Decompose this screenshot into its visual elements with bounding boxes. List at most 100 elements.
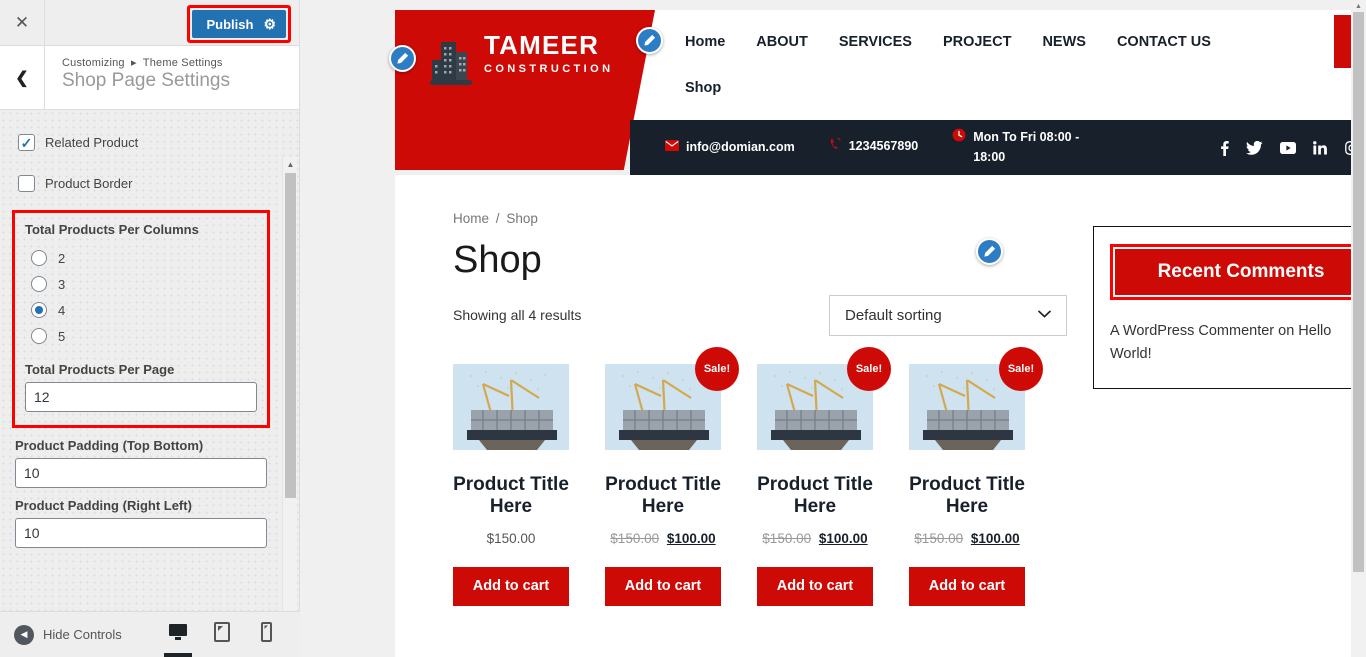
sidebar-scrollbar[interactable]: ▲ ▼ [282,157,297,657]
tablet-icon [214,622,230,647]
device-tablet-button[interactable] [202,612,242,657]
social-links [1220,140,1366,156]
nav-item-contact-us[interactable]: CONTACT US [1117,34,1211,50]
site-header: TAMEER CONSTRUCTION Home ABOUT SERVICES … [395,0,1366,175]
facebook-icon[interactable] [1220,140,1229,156]
product-card: Sale! Product Title Here $150.00 $100.00… [909,346,1043,606]
youtube-icon[interactable] [1280,141,1296,154]
scroll-up-arrow-icon[interactable]: ▲ [283,157,298,172]
hide-controls-button[interactable]: ◀ Hide Controls [14,624,122,645]
edit-logo-pencil-icon[interactable] [389,45,416,72]
product-title[interactable]: Product Title Here [605,474,721,519]
info-email[interactable]: info@domian.com [665,138,795,157]
publish-button[interactable]: Publish ⚙ [192,10,286,38]
product-image-wrap[interactable]: Sale! [605,346,739,450]
breadcrumb-home-link[interactable]: Home [453,211,489,226]
checkbox-icon-checked[interactable] [18,134,35,151]
add-to-cart-button[interactable]: Add to cart [453,566,569,606]
close-customizer-button[interactable]: ✕ [0,0,45,45]
nav-item-home[interactable]: Home [685,34,725,50]
per-page-input[interactable] [25,382,257,412]
nav-item-project[interactable]: PROJECT [943,34,1012,50]
checkbox-label-product-border: Product Border [45,176,133,191]
info-phone[interactable]: 1234567890 [829,137,918,157]
shop-toolbar: Showing all 4 results Default sorting [453,294,1067,336]
product-image-wrap[interactable]: Sale! [757,346,891,450]
shop-breadcrumb: Home / Shop [453,211,1053,226]
linkedin-icon[interactable] [1313,140,1328,155]
product-price-old: $150.00 [762,530,812,546]
gear-icon[interactable]: ⚙ [263,16,286,33]
add-to-cart-button[interactable]: Add to cart [605,566,721,606]
device-mobile-button[interactable] [246,612,286,657]
product-price-regular: $150.00 [486,530,536,546]
customizer-app: ✕ Publish ⚙ ❮ Customizing ▸ Theme Settin… [0,0,1366,657]
per-page-label: Total Products Per Page [25,362,175,377]
radio-icon-4-selected[interactable] [31,302,47,318]
radio-icon-5[interactable] [31,328,47,344]
building-icon [429,36,475,88]
breadcrumb-separator-icon: ▸ [131,57,137,69]
panel-title: Shop Page Settings [62,70,230,91]
header-info-bar: info@domian.com 1234567890 Mon To Fri 08… [630,120,1366,175]
result-count: Showing all 4 results [453,307,582,324]
product-title[interactable]: Product Title Here [909,474,1025,519]
radio-icon-2[interactable] [31,250,47,266]
product-price-sale: $100.00 [970,530,1020,546]
sidebar-scrollbar-thumb[interactable] [285,173,296,498]
browser-scrollbar[interactable]: ▲ [1351,0,1366,657]
checkbox-icon-unchecked[interactable] [18,175,35,192]
padding-right-left-input[interactable] [15,518,267,548]
back-button[interactable]: ❮ [0,46,45,109]
radio-option-2[interactable]: 2 [25,245,257,271]
chevron-down-icon [1038,309,1051,321]
product-image-wrap[interactable]: Sale! [909,346,1043,450]
checkbox-related-product[interactable]: Related Product [12,126,270,167]
device-desktop-button[interactable] [158,612,198,657]
site-logo[interactable]: TAMEER CONSTRUCTION [395,10,655,170]
add-to-cart-button[interactable]: Add to cart [909,566,1025,606]
nav-row-primary: Home ABOUT SERVICES PROJECT NEWS CONTACT… [685,19,1366,65]
product-title[interactable]: Product Title Here [453,474,569,519]
radio-icon-3[interactable] [31,276,47,292]
nav-item-services[interactable]: SERVICES [839,34,912,50]
breadcrumb-root[interactable]: Customizing [62,57,125,69]
logo-text: TAMEER CONSTRUCTION [484,32,613,75]
radio-option-3[interactable]: 3 [25,271,257,297]
radio-label-5: 5 [58,328,66,344]
checkbox-product-border[interactable]: Product Border [12,167,270,208]
nav-item-news[interactable]: NEWS [1042,34,1086,50]
edit-menu-pencil-icon[interactable] [636,27,663,54]
browser-scrollbar-thumb[interactable] [1353,12,1364,572]
product-price-old: $150.00 [914,530,964,546]
product-price: $150.00 $100.00 [605,531,721,546]
phone-icon [829,137,842,157]
product-price: $150.00 $100.00 [757,531,873,546]
breadcrumb-slash: / [495,211,500,226]
nav-item-shop[interactable]: Shop [685,80,721,96]
radio-label-4: 4 [58,302,66,318]
sorting-dropdown[interactable]: Default sorting [829,294,1067,336]
radio-option-4[interactable]: 4 [25,297,257,323]
edit-widget-pencil-icon[interactable] [976,238,1003,265]
product-grid: Product Title Here $150.00 Add to cart S… [453,346,1053,606]
add-to-cart-button[interactable]: Add to cart [757,566,873,606]
envelope-icon [665,138,679,157]
page-title: Shop [453,239,542,281]
product-image-wrap[interactable] [453,363,569,450]
customizer-controls-area: Related Product Product Border Total Pro… [0,110,299,657]
browser-scroll-up-icon[interactable]: ▲ [1351,0,1366,12]
twitter-icon[interactable] [1246,140,1263,155]
product-card: Sale! Product Title Here $150.00 $100.00… [605,346,739,606]
product-title[interactable]: Product Title Here [757,474,873,519]
padding-top-bottom-input[interactable] [15,458,267,488]
widget-title-highlight: Recent Comments [1110,244,1366,300]
widget-comment-item[interactable]: A WordPress Commenter on Hello World! [1110,320,1366,366]
panel-header-text: Customizing ▸ Theme Settings Shop Page S… [45,46,230,109]
product-price-sale: $100.00 [666,530,716,546]
nav-item-about[interactable]: ABOUT [756,34,808,50]
radio-option-5[interactable]: 5 [25,323,257,349]
breadcrumb-parent[interactable]: Theme Settings [143,57,223,69]
widget-title: Recent Comments [1113,247,1366,297]
radio-label-3: 3 [58,276,66,292]
